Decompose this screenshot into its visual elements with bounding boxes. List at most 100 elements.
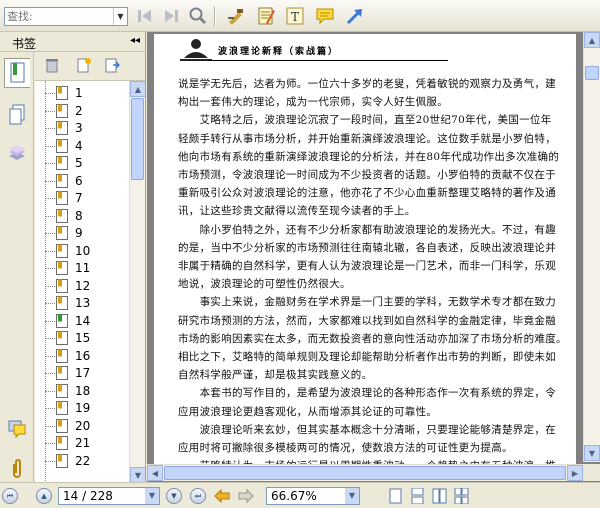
bookmark-page-icon xyxy=(56,208,68,223)
svg-text:T: T xyxy=(291,10,299,24)
scroll-down-icon[interactable]: ▼ xyxy=(130,467,145,482)
panel-header: 书签 ◂◂ xyxy=(0,32,145,52)
delete-bookmark-icon[interactable] xyxy=(43,56,61,74)
bookmark-label: 1 xyxy=(75,86,83,100)
bookmark-label: 7 xyxy=(75,191,83,205)
bookmark-item[interactable]: 4 xyxy=(45,138,125,155)
bookmark-item[interactable]: 22 xyxy=(45,453,125,470)
document-vertical-scrollbar[interactable]: ▲ ▼ xyxy=(583,32,600,462)
bookmark-page-icon xyxy=(56,243,68,258)
new-bookmark-icon[interactable] xyxy=(75,56,93,74)
bookmark-page-icon xyxy=(56,103,68,118)
bookmark-page-icon xyxy=(56,366,68,380)
zoom-dropdown-button[interactable]: ▼ xyxy=(345,488,359,504)
bookmark-item[interactable]: 20 xyxy=(45,418,125,435)
tree-branch xyxy=(45,250,55,252)
text-line: 轻颇手转行从事市场分析，并开始重新演绎波浪理论。这位数手就是小罗伯特， xyxy=(178,132,556,145)
horizontal-scroll-thumb[interactable] xyxy=(164,466,566,480)
text-line: 市场预测，令波浪理论一时间成为不少投资者的话题。小罗伯特的贡献不仅在于 xyxy=(178,169,556,181)
bookmark-item[interactable]: 11 xyxy=(45,260,125,277)
attachments-tab-icon[interactable] xyxy=(4,454,30,484)
bookmark-item[interactable]: 5 xyxy=(45,155,125,172)
bookmark-label: 21 xyxy=(75,436,91,450)
bookmark-label: 11 xyxy=(75,261,91,275)
bookmark-page-icon xyxy=(56,296,68,310)
continuous-facing-icon[interactable] xyxy=(454,488,469,504)
bookmark-item[interactable]: 16 xyxy=(45,348,125,365)
bookmark-item[interactable]: 8 xyxy=(45,208,125,225)
tree-branch xyxy=(45,215,55,217)
text-line: 自然科学般严谨，却是极其实践意义的。 xyxy=(178,369,373,382)
bookmark-item[interactable]: 14 xyxy=(45,313,125,330)
bookmark-item[interactable]: 12 xyxy=(45,278,125,295)
bookmark-item[interactable]: 6 xyxy=(45,173,125,190)
layers-tab-icon[interactable] xyxy=(4,138,30,168)
zoom-field[interactable]: 66.67% ▼ xyxy=(266,487,360,505)
last-page-icon[interactable]: ⏭ xyxy=(190,488,206,504)
search-dropdown-button[interactable]: ▼ xyxy=(113,8,127,25)
scroll-up-icon[interactable]: ▲ xyxy=(584,32,600,48)
expand-bookmark-icon[interactable] xyxy=(103,56,121,74)
bookmark-label: 8 xyxy=(75,208,83,223)
scroll-down-icon[interactable]: ▼ xyxy=(584,445,600,461)
bookmark-page-icon xyxy=(56,156,68,170)
collapse-panel-button[interactable]: ◂◂ xyxy=(130,35,140,46)
bookmark-item[interactable]: 1 xyxy=(45,85,125,102)
bookmark-item[interactable]: 19 xyxy=(45,400,125,417)
bookmarks-tab-icon[interactable] xyxy=(4,58,30,88)
arrow-tool-icon[interactable] xyxy=(344,5,366,27)
status-bar: ⏮ ▲ 14 / 228 ▼ ▼ ⏭ 66.67% ▼ xyxy=(0,482,600,508)
single-page-icon[interactable] xyxy=(388,488,403,504)
bookmark-item[interactable]: 2 xyxy=(45,103,125,120)
document-scroll-thumb[interactable] xyxy=(585,66,599,80)
page-dropdown-button[interactable]: ▼ xyxy=(145,488,159,504)
bookmark-label: 18 xyxy=(75,383,91,398)
bookmark-item[interactable]: 15 xyxy=(45,330,125,347)
bookmark-item[interactable]: 10 xyxy=(45,243,125,260)
page-number-field[interactable]: 14 / 228 ▼ xyxy=(58,487,160,505)
comment-icon[interactable] xyxy=(314,5,336,27)
scroll-right-icon[interactable]: ▶ xyxy=(567,465,583,481)
bookmark-item[interactable]: 18 xyxy=(45,383,125,400)
select-text-icon[interactable] xyxy=(225,5,247,27)
bookmark-label: 19 xyxy=(75,401,91,415)
next-page-icon[interactable]: ▼ xyxy=(166,488,182,504)
bookmark-item[interactable]: 21 xyxy=(45,435,125,452)
document-view[interactable]: 波浪理论新释（索战篇） 说是学无先后，达者为师。一位六十多岁的老叟，凭着敏锐的观… xyxy=(147,32,600,482)
bookmark-page-icon xyxy=(56,121,68,135)
panel-title: 书签 xyxy=(12,37,37,51)
note-icon[interactable] xyxy=(255,5,277,27)
search-input[interactable] xyxy=(7,9,113,24)
tree-branch xyxy=(45,460,55,462)
next-result-icon[interactable] xyxy=(160,5,182,27)
bookmark-item[interactable]: 17 xyxy=(45,365,125,382)
bookmark-scrollbar[interactable]: ▲ ▼ xyxy=(129,81,145,482)
bookmark-scroll-thumb[interactable] xyxy=(131,98,144,180)
bookmark-item[interactable]: 3 xyxy=(45,120,125,137)
comments-tab-icon[interactable] xyxy=(4,414,30,444)
bookmark-item[interactable]: 9 xyxy=(45,225,125,242)
text-line: 非属于精确的自然科学，更有人认为波浪理论是一门艺术，而非一门科学，乐观 xyxy=(178,260,556,272)
scroll-left-icon[interactable]: ◀ xyxy=(147,465,163,481)
document-horizontal-scrollbar[interactable]: ◀ ▶ xyxy=(147,464,583,481)
forward-icon[interactable] xyxy=(238,488,254,504)
previous-result-icon[interactable] xyxy=(134,5,156,27)
bookmark-item[interactable]: 7 xyxy=(45,190,125,207)
facing-icon[interactable] xyxy=(432,488,447,504)
previous-page-icon[interactable]: ▲ xyxy=(36,488,52,504)
continuous-icon[interactable] xyxy=(410,488,425,504)
bookmark-page-icon xyxy=(56,86,68,100)
back-icon[interactable] xyxy=(214,488,230,504)
text-tool-icon[interactable]: T xyxy=(284,5,306,27)
bookmark-page-icon xyxy=(56,278,68,293)
search-box[interactable]: ▼ xyxy=(4,7,128,26)
find-icon[interactable] xyxy=(187,5,209,27)
first-page-icon[interactable]: ⏮ xyxy=(2,488,18,504)
scroll-up-icon[interactable]: ▲ xyxy=(130,81,145,97)
text-line: 应用波浪理论更趋客观化，从而增添其论证的可靠性。 xyxy=(178,405,438,418)
text-line: 构出一套伟大的理论，成为一代宗师，实令人好生佩服。 xyxy=(178,96,448,109)
bookmark-label: 4 xyxy=(75,138,83,153)
pages-tab-icon[interactable] xyxy=(4,100,30,130)
bookmark-item[interactable]: 13 xyxy=(45,295,125,312)
text-line: 应用时将可撇除很多模棱两可的情况，使数浪方法的可证性更为提高。 xyxy=(178,442,513,454)
